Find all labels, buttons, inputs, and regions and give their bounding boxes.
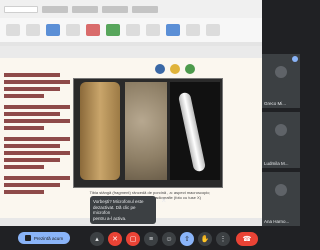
meeting-window: Tibia stângă (fragment) râncedă de porci… [0, 0, 300, 250]
slide-logos [155, 64, 195, 74]
participant-name: Ana Harno... [264, 219, 290, 224]
toolbar-button[interactable] [66, 24, 80, 36]
toolbar-button[interactable] [126, 24, 140, 36]
text-line [4, 190, 44, 194]
text-line [4, 165, 44, 169]
text-line [4, 105, 70, 109]
share-screen-icon[interactable]: ⇧ [180, 232, 194, 246]
mic-off-icon[interactable]: ✕ [108, 232, 122, 246]
mic-icon [292, 56, 298, 62]
text-line [4, 151, 70, 155]
text-line [4, 73, 61, 77]
toolbar-button[interactable] [206, 24, 220, 36]
text-line [4, 80, 70, 84]
toolbar-button[interactable] [186, 24, 200, 36]
participant-name: Greco Mi... [264, 101, 287, 106]
avatar [275, 184, 287, 196]
participant-tile[interactable]: Ludmila M... [262, 112, 300, 168]
text-line [4, 119, 70, 123]
notification-text: pentru a-l activa. [93, 215, 127, 221]
logo-icon [170, 64, 180, 74]
text-line [4, 94, 44, 98]
participant-name: Ludmila M... [264, 161, 289, 166]
logo-icon [155, 64, 165, 74]
app-toolbar [0, 18, 262, 42]
browser-tab[interactable] [42, 5, 68, 13]
present-icon [24, 235, 31, 241]
captions-icon[interactable]: ≡ [144, 232, 158, 246]
text-line [4, 112, 61, 116]
raise-hand-icon[interactable]: ✋ [198, 232, 212, 246]
participant-tile[interactable]: Greco Mi... [262, 54, 300, 108]
avatar [275, 66, 287, 78]
leave-call-button[interactable]: ☎ [236, 232, 258, 246]
bone-photo-image [80, 82, 120, 180]
browser-tab[interactable] [132, 5, 158, 13]
present-now-button[interactable]: Prezintă acum [18, 232, 70, 244]
text-line [4, 137, 70, 141]
mic-muted-notification: Vorbeşti? Microfonul este dezactivat. Dă… [90, 196, 166, 224]
camera-off-icon[interactable]: ▢ [126, 232, 140, 246]
avatar [275, 124, 287, 136]
participant-tile[interactable]: Ana Harno... [262, 172, 300, 226]
toolbar-button[interactable] [86, 24, 100, 36]
logo-icon [185, 64, 195, 74]
microscopy-image [125, 82, 167, 180]
toolbar-button[interactable] [46, 24, 60, 36]
toolbar-button[interactable] [6, 24, 20, 36]
text-line [4, 176, 70, 180]
text-line [4, 158, 61, 162]
toolbar-button[interactable] [166, 24, 180, 36]
toolbar-button[interactable] [146, 24, 160, 36]
toolbar-button[interactable] [26, 24, 40, 36]
participant-tiles: Greco Mi... Ludmila M... Ana Harno... [262, 0, 300, 226]
text-line [4, 87, 61, 91]
close-icon[interactable]: × [161, 197, 166, 204]
slide-text-column [4, 70, 70, 210]
shared-screen: Tibia stângă (fragment) râncedă de porci… [0, 0, 262, 226]
reactions-icon[interactable]: ☺ [162, 232, 176, 246]
toolbar-button[interactable] [106, 24, 120, 36]
browser-tabbar [0, 0, 262, 18]
notification-text: dezactivat. Dă clic pe microfon [93, 204, 136, 216]
browser-tab[interactable] [72, 5, 98, 13]
text-line [4, 144, 61, 148]
text-line [4, 183, 61, 187]
more-audio-icon[interactable]: ▴ [90, 232, 104, 246]
browser-tab-active[interactable] [4, 5, 38, 13]
browser-tab[interactable] [102, 5, 128, 13]
more-options-icon[interactable]: ⋮ [216, 232, 230, 246]
text-line [4, 126, 44, 130]
present-label: Prezintă acum [33, 235, 64, 241]
